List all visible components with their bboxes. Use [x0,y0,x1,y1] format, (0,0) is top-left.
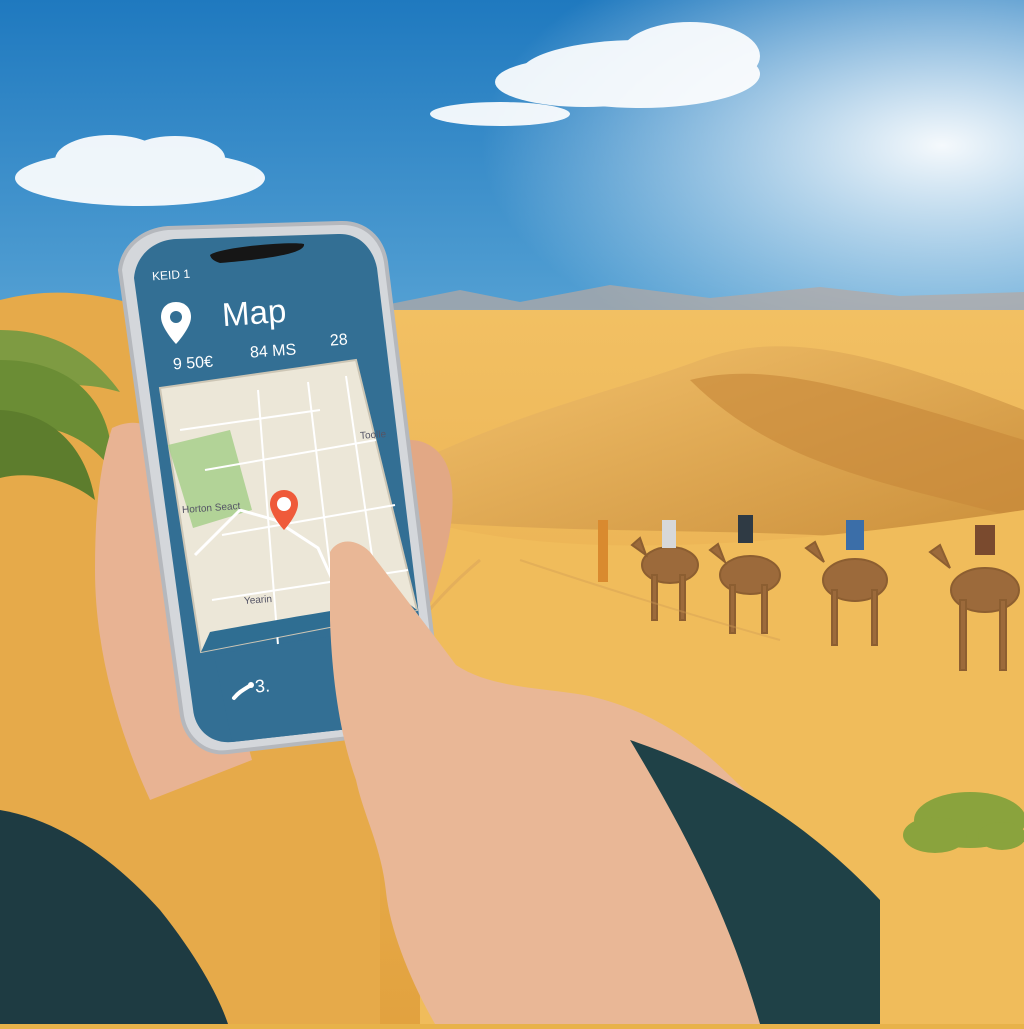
walking-guide [598,520,608,582]
desert-scene-svg [0,0,1024,1024]
desert-scene: KEID 1 Map 9 50€ 84 MS 28 3. Horton Seac… [0,0,1024,1024]
